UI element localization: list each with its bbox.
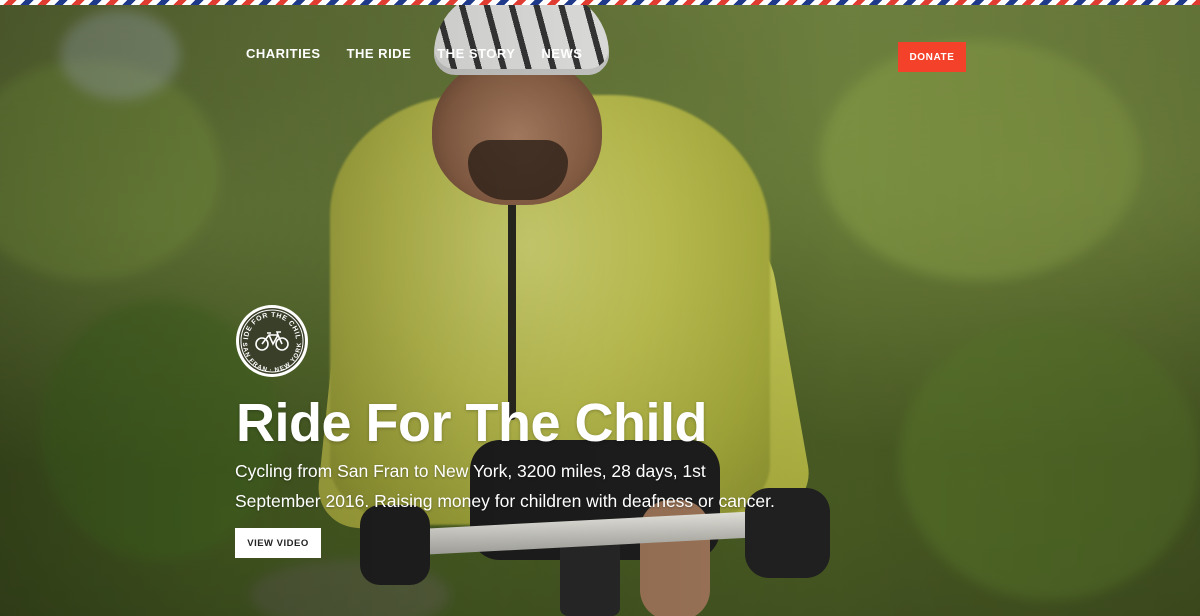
- page-title: Ride For The Child: [236, 393, 708, 453]
- ride-for-the-child-logo: RIDE FOR THE CHILD SAN FRAN · NEW YORK: [231, 298, 310, 379]
- nav-item-charities[interactable]: CHARITIES: [246, 46, 321, 61]
- nav-item-the-story[interactable]: THE STORY: [437, 46, 515, 61]
- view-video-button[interactable]: VIEW VIDEO: [235, 528, 321, 558]
- hero-background: [0, 0, 1200, 616]
- donate-button[interactable]: DONATE: [898, 42, 966, 72]
- airmail-stripe: [0, 0, 1200, 5]
- nav-item-the-ride[interactable]: THE RIDE: [347, 46, 412, 61]
- main-nav: CHARITIES THE RIDE THE STORY NEWS: [246, 46, 582, 61]
- hero-description: Cycling from San Fran to New York, 3200 …: [235, 461, 775, 511]
- nav-item-news[interactable]: NEWS: [541, 46, 582, 61]
